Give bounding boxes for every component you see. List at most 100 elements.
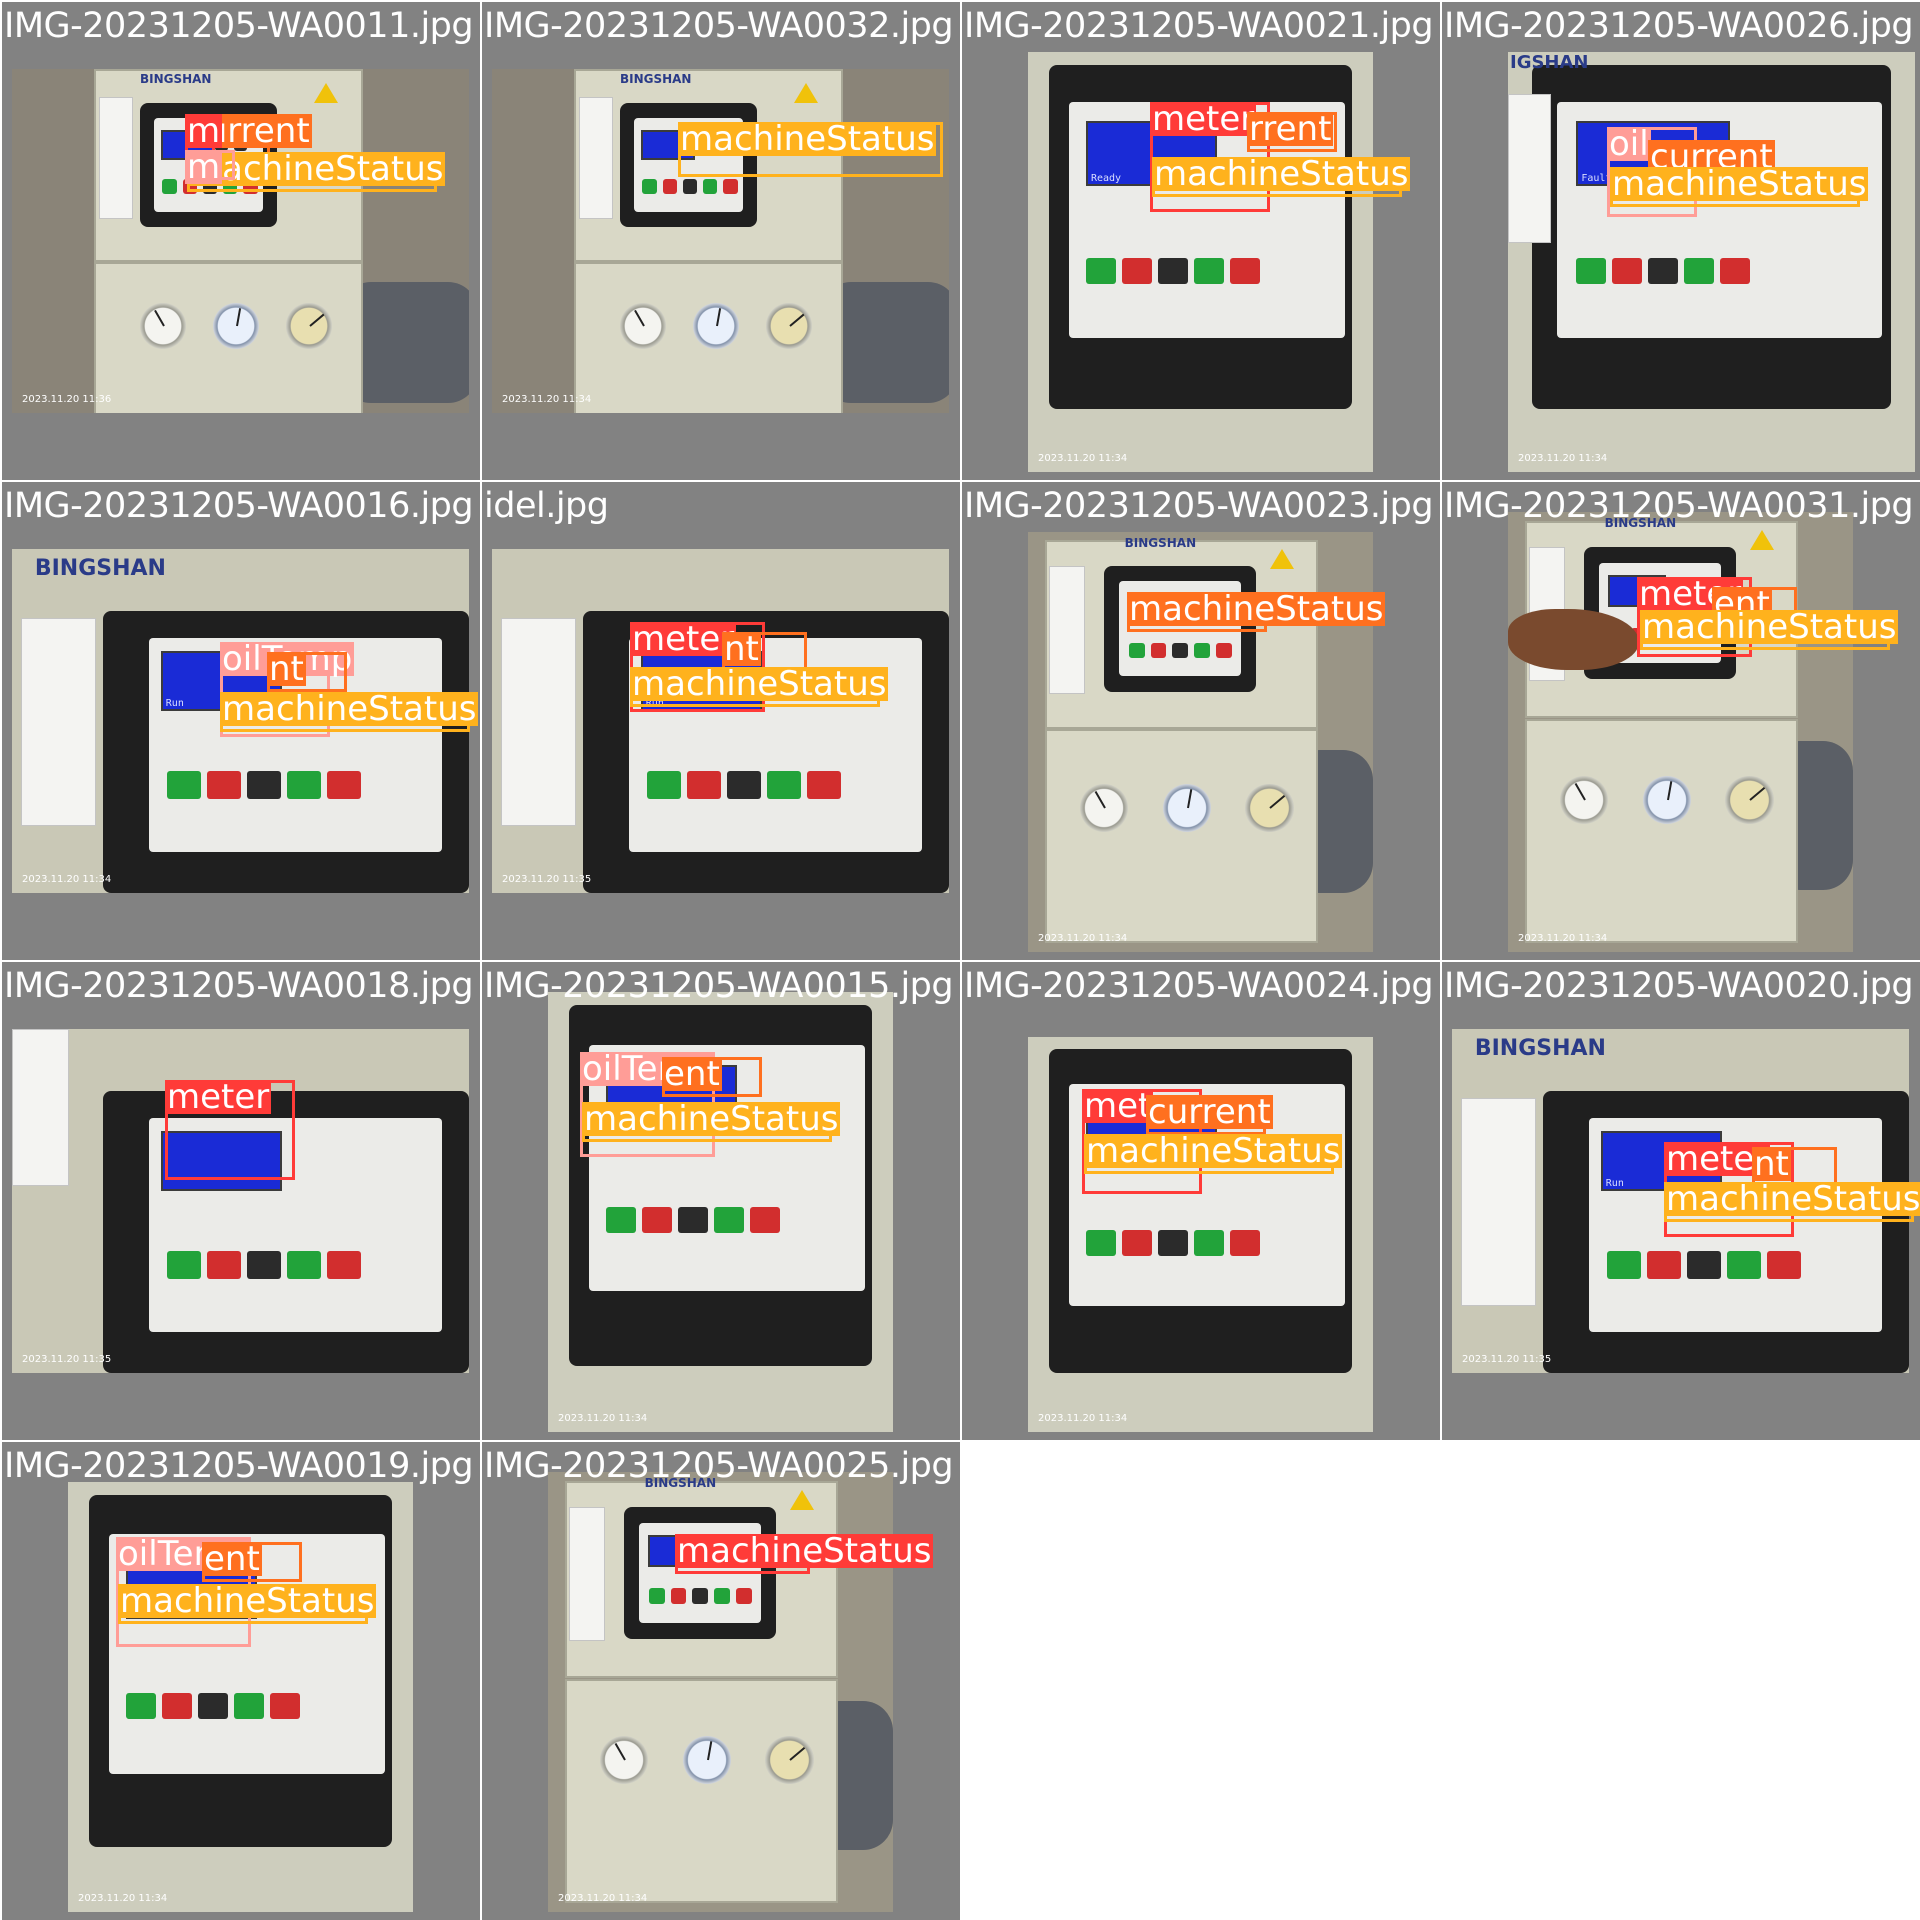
arrow-key (692, 1588, 709, 1605)
run-stop-buttons (1085, 1230, 1260, 1257)
gauge-cabinet (1045, 729, 1319, 944)
pump-run-button (1085, 1230, 1116, 1257)
result-tile: RunBINGSHAN2023.11.20 11:34oilTempntmach… (2, 482, 480, 960)
run-stop-buttons (1085, 257, 1260, 284)
gauge-needle (309, 313, 325, 327)
detection-label: ent (202, 1539, 262, 1579)
pressure-gauge (766, 302, 812, 349)
run-stop-buttons (166, 1250, 361, 1279)
detection-label: ent (662, 1054, 722, 1094)
notice-sheet (501, 617, 577, 827)
gauge-needle (153, 309, 165, 327)
notice-sheet (1508, 94, 1551, 243)
detection-box-machineStatus: machineStatus (118, 1584, 377, 1624)
brand-logo: BINGSHAN (1124, 536, 1197, 551)
pump-stop-button (686, 770, 721, 799)
pump-stop-button (1121, 1230, 1152, 1257)
run-stop-buttons (125, 1692, 300, 1719)
pressure-gauge (1245, 784, 1294, 833)
detection-label: meter (630, 619, 737, 659)
result-tile: Ready 2023.11.20 11:34 meter rrent machineSt… (962, 2, 1440, 480)
pump-run-button (162, 179, 177, 195)
compressor-run-button (286, 770, 321, 799)
detection-label: machineStatus (630, 664, 889, 704)
pump-stop-button (1612, 257, 1643, 284)
detection-label: rrent (1247, 109, 1334, 149)
arrow-key (197, 1692, 228, 1719)
detection-label: oil (1607, 124, 1651, 164)
tile-filename: IMG-20231205-WA0021.jpg (964, 6, 1434, 46)
gauge-needle (1269, 794, 1286, 809)
brand-logo: BINGSHAN (1474, 1035, 1606, 1061)
detection-label: nt (267, 649, 306, 689)
pump-run-button (648, 1588, 665, 1605)
detection-box-machineStatus: machineStatus (630, 667, 889, 707)
compressor-stop-button (1215, 642, 1232, 659)
notice-sheet (1461, 1097, 1537, 1307)
pressure-gauge (1642, 776, 1691, 825)
pressure-gauge (213, 302, 259, 349)
brand-logo: IGSHAN (1510, 52, 1589, 73)
tile-filename: IMG-20231205-WA0016.jpg (4, 486, 474, 526)
arrow-key (1157, 1230, 1188, 1257)
pump-stop-button (641, 1207, 672, 1234)
detection-box-current: current (1146, 1095, 1273, 1135)
photo-timestamp: 2023.11.20 11:36 (22, 394, 112, 405)
result-tile: BINGSHAN 2023.11.20 11:34 machineStatus IMG… (482, 1442, 960, 1920)
detection-box-meter: machineStatus (675, 1534, 934, 1574)
pump-run-button (1085, 257, 1116, 284)
lcd-status-text: Ready (1090, 173, 1122, 185)
pressure-gauge (1079, 784, 1129, 833)
detection-label: machineStatus (118, 1581, 377, 1621)
detection-label: current (1146, 1092, 1273, 1132)
detection-box-machineStatus: machineStatus (582, 1102, 841, 1142)
detection-label: machineStatus (1152, 154, 1411, 194)
compressor-run-button (286, 1250, 321, 1279)
gauge-needle (614, 1742, 626, 1761)
compressor-stop-button (326, 1250, 361, 1279)
pump-run-button (166, 770, 201, 799)
tile-filename: IMG-20231205-WA0026.jpg (1444, 6, 1914, 46)
photo-timestamp: 2023.11.20 11:34 (1518, 933, 1608, 944)
pump-stop-button (1150, 642, 1167, 659)
detection-box-meter: meter (165, 1080, 295, 1180)
tile-filename: IMG-20231205-WA0023.jpg (964, 486, 1434, 526)
tile-filename: IMG-20231205-WA0020.jpg (1444, 966, 1914, 1006)
arrow-key (1648, 257, 1679, 284)
pump-stop-button (1646, 1250, 1681, 1279)
detection-label: meter (1150, 99, 1257, 139)
run-stop-buttons (648, 1588, 752, 1605)
result-tile: H Amp Alarm2023.11.20 11:34metcurrentmac… (962, 962, 1440, 1440)
pump-run-button (125, 1692, 156, 1719)
gauge-needle (633, 309, 645, 327)
gauge-needle (715, 307, 722, 326)
result-tile: Run BINGSHAN 2023.11.20 11:35 meter nt machin… (1442, 962, 1920, 1440)
run-stop-buttons (166, 770, 361, 799)
detection-label: machineStatus (1640, 607, 1899, 647)
tile-filename: IMG-20231205-WA0011.jpg (4, 6, 474, 46)
notice-sheet (98, 96, 133, 219)
compressor-run-button (1194, 642, 1210, 659)
tile-filename: IMG-20231205-WA0024.jpg (964, 966, 1434, 1006)
detection-box-current: rrent (1247, 112, 1337, 152)
gauge-needle (235, 307, 242, 326)
gauge-needle (1574, 782, 1586, 801)
machine-photo: Run 2023.11.20 11:35 (492, 549, 949, 893)
detection-label: m (185, 147, 223, 187)
photo-timestamp: 2023.11.20 11:35 (1462, 1354, 1552, 1365)
run-stop-buttons (1576, 257, 1751, 284)
photo-timestamp: 2023.11.20 11:34 (78, 1893, 168, 1904)
brand-logo: BINGSHAN (34, 555, 166, 581)
detection-box-machineStatus: machineStatus (1640, 610, 1899, 650)
detection-box-oilTemp: m (185, 150, 235, 184)
tile-filename: IMG-20231205-WA0019.jpg (4, 1446, 474, 1486)
result-tile: Start2023.11.20 11:34oilTempentmachineSt… (482, 962, 960, 1440)
result-tile: 2023.11.20 11:35 meter IMG-20231205-WA0018… (2, 962, 480, 1440)
tile-filename: IMG-20231205-WA0015.jpg (484, 966, 954, 1006)
pump-stop-button (670, 1588, 687, 1605)
pump-run-button (1128, 642, 1145, 659)
gauge-needle (789, 1746, 806, 1761)
detection-label: machineStatus (1084, 1131, 1343, 1171)
tile-filename: IMG-20231205-WA0025.jpg (484, 1446, 954, 1486)
photo-timestamp: 2023.11.20 11:34 (558, 1413, 648, 1424)
